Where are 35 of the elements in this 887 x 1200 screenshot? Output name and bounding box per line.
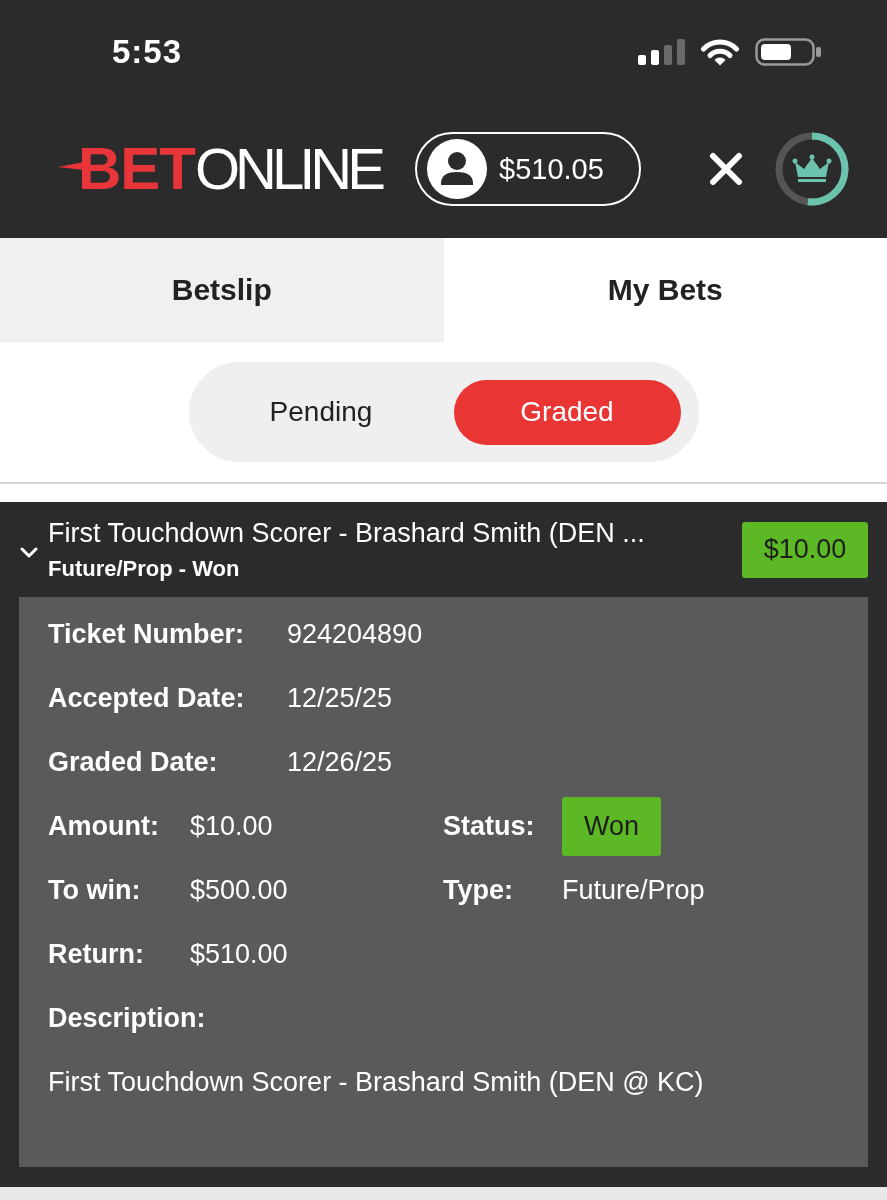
detail-value: $10.00 — [190, 810, 273, 842]
filter-tab[interactable]: Graded — [453, 379, 681, 445]
crown-icon — [792, 154, 832, 182]
detail-value: Future/Prop — [562, 874, 705, 906]
status-time: 5:53 — [112, 33, 183, 71]
description-label: Description: — [48, 1002, 206, 1034]
signal-icon — [638, 39, 685, 65]
bet-title: First Touchdown Scorer - Brashard Smith (DEN ... — [48, 516, 645, 550]
wifi-icon — [700, 38, 740, 66]
detail-label: Type: — [443, 874, 513, 906]
rewards-progress-ring[interactable] — [775, 132, 849, 206]
detail-value: 924204890 — [287, 618, 423, 650]
detail-label: Accepted Date: — [48, 682, 245, 714]
detail-label: Amount: — [48, 810, 159, 842]
detail-label: To win: — [48, 874, 141, 906]
bet-subtitle: Future/Prop - Won — [48, 554, 240, 583]
balance-button[interactable]: $510.05 — [415, 132, 641, 206]
filter-tab[interactable]: Pending — [207, 379, 435, 445]
description-text: First Touchdown Scorer - Brashard Smith (DEN @ KC) — [48, 1066, 704, 1098]
user-avatar-icon — [427, 139, 487, 199]
detail-value: 12/26/25 — [287, 746, 393, 778]
brand-logo: BETONLINE — [58, 139, 381, 199]
detail-label: Ticket Number: — [48, 618, 245, 650]
status-badge: Won — [562, 796, 661, 856]
detail-label: Status: — [443, 810, 535, 842]
detail-label: Graded Date: — [48, 746, 218, 778]
close-button[interactable] — [709, 152, 743, 186]
detail-value: 12/25/25 — [287, 682, 393, 714]
detail-value: $510.00 — [190, 938, 288, 970]
detail-label: Return: — [48, 938, 144, 970]
tab[interactable]: Betslip — [0, 238, 444, 342]
close-icon — [709, 152, 743, 186]
battery-icon — [755, 38, 821, 66]
wager-amount-badge: $10.00 — [742, 521, 868, 578]
detail-value: $500.00 — [190, 874, 288, 906]
